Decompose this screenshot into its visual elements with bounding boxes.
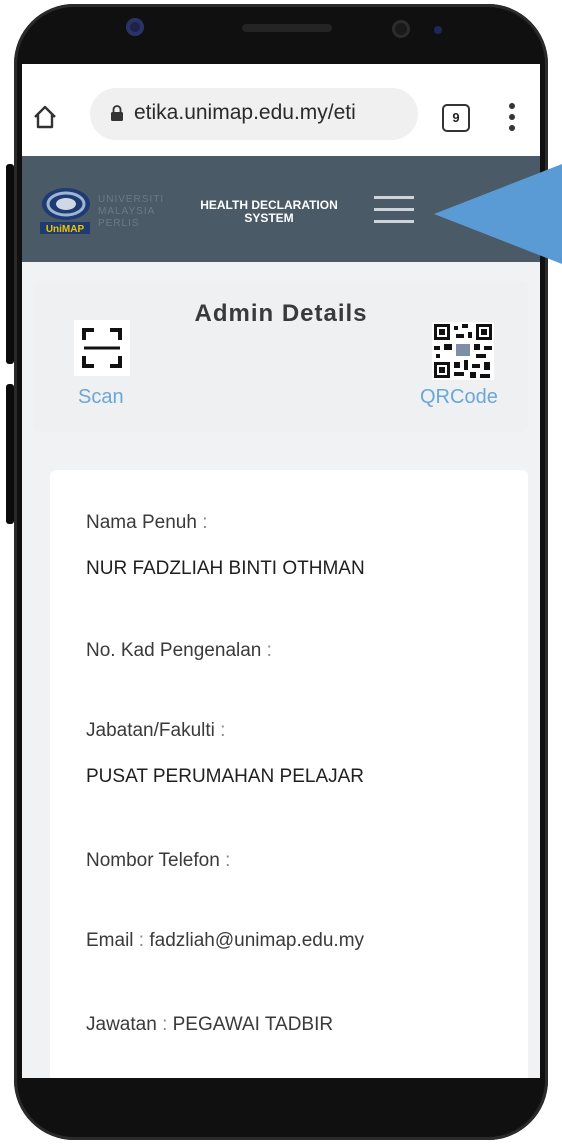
address-bar[interactable]: etika.unimap.edu.my/eti: [90, 88, 418, 140]
browser-toolbar: etika.unimap.edu.my/eti 9: [22, 64, 540, 156]
department-label: Jabatan/Fakulti :: [86, 720, 226, 741]
svg-text:UniMAP: UniMAP: [46, 224, 85, 235]
pointer-arrow-icon: [434, 164, 562, 264]
qr-code-icon[interactable]: [432, 322, 494, 380]
profile-details-card: Nama Penuh : NUR FADZLIAH BINTI OTHMAN N…: [50, 470, 528, 1078]
full-name-label: Nama Penuh :: [86, 512, 208, 533]
home-icon[interactable]: [32, 104, 58, 130]
phone-label: Nombor Telefon :: [86, 850, 231, 871]
department-value: PUSAT PERUMAHAN PELAJAR: [86, 766, 365, 787]
iris-sensor: [434, 26, 442, 34]
qrcode-button[interactable]: QRCode: [420, 386, 498, 409]
more-vert-icon[interactable]: [508, 102, 516, 132]
tabs-icon[interactable]: 9: [442, 104, 470, 132]
proximity-sensor: [392, 20, 410, 38]
full-name-value: NUR FADZLIAH BINTI OTHMAN: [86, 558, 365, 579]
lock-icon: [111, 105, 123, 121]
phone-top-bezel: [14, 4, 548, 64]
email-value: fadzliah@unimap.edu.my: [149, 930, 365, 951]
position-value: PEGAWAI TADBIR: [172, 1014, 334, 1035]
scan-icon[interactable]: [74, 320, 130, 376]
admin-details-card: Admin Details Scan QRCode: [34, 282, 528, 432]
email-row: Email : fadzliah@unimap.edu.my: [86, 930, 365, 951]
hamburger-menu-icon[interactable]: [374, 196, 414, 226]
logo-text: UNIVERSITI MALAYSIA PERLIS: [98, 194, 165, 229]
system-title: HEALTH DECLARATION SYSTEM: [200, 198, 338, 225]
url-text: etika.unimap.edu.my/eti: [134, 101, 356, 124]
ic-number-label: No. Kad Pengenalan :: [86, 640, 272, 661]
unimap-logo[interactable]: UniMAP: [36, 180, 96, 240]
earpiece-speaker: [242, 24, 332, 32]
scan-button[interactable]: Scan: [78, 386, 124, 409]
front-camera: [126, 18, 144, 36]
position-row: Jawatan : PEGAWAI TADBIR: [86, 1014, 334, 1035]
